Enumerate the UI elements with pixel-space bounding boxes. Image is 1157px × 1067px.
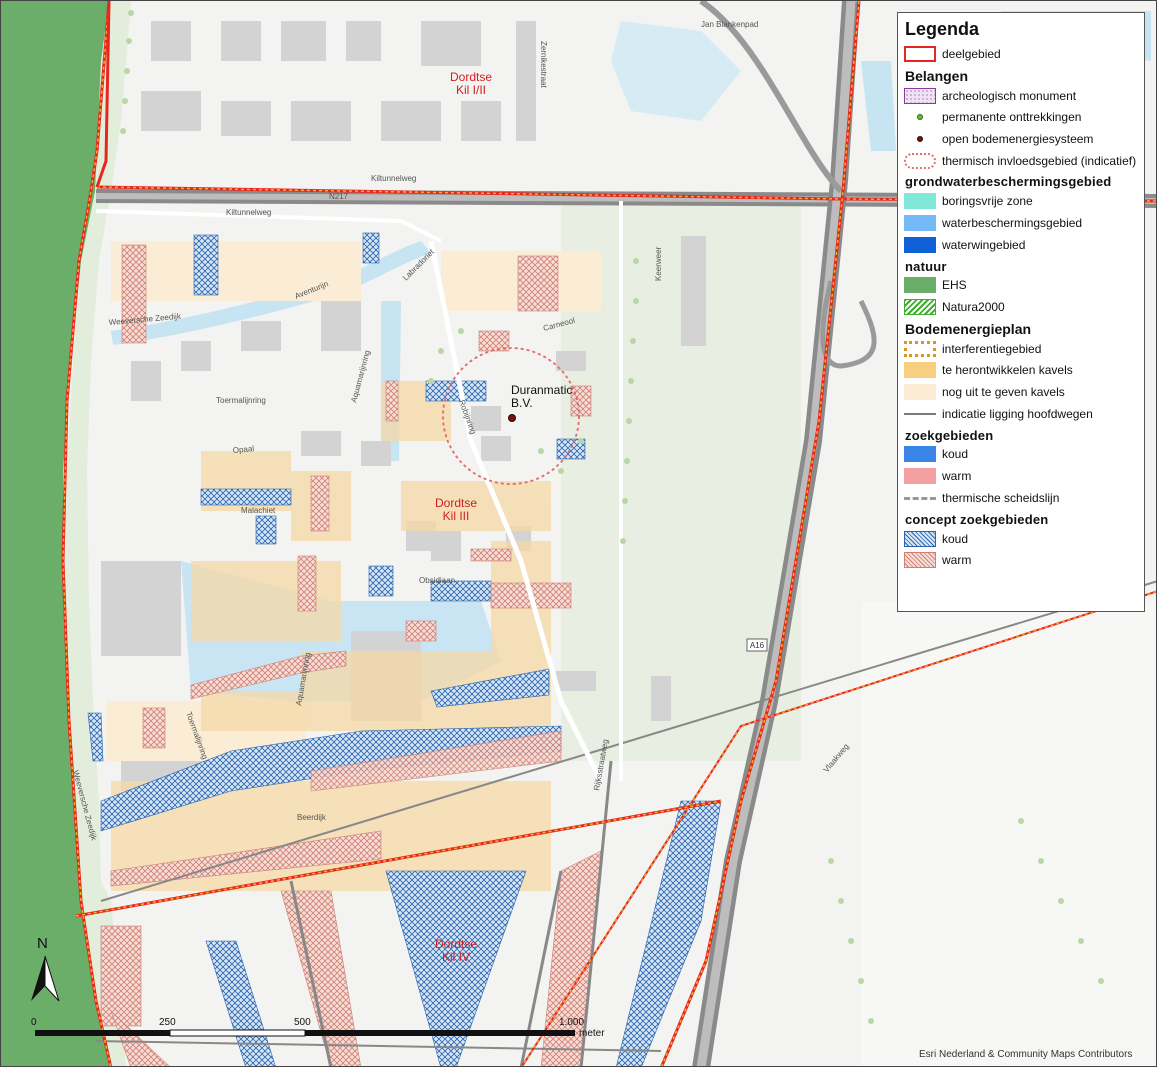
legend-label: thermische scheidslijn — [942, 490, 1060, 505]
street-label: Opaal — [232, 444, 254, 455]
legend-label: archeologisch monument — [942, 88, 1077, 103]
scale-tick-label: 250 — [159, 1017, 176, 1028]
scale-tick-label: 1.000 — [559, 1017, 584, 1028]
street-label: N217 — [329, 192, 349, 201]
legend-label: boringsvrije zone — [942, 194, 1033, 209]
legend-row: interferentiegebied — [904, 338, 1138, 360]
legend-row: open bodemenergiesysteem — [904, 128, 1138, 150]
legend-section-natuur: natuur — [905, 258, 947, 274]
legend-row: waterwingebied — [904, 234, 1138, 256]
legend-row: koud — [904, 444, 1138, 466]
legend-row: te herontwikkelen kavels — [904, 360, 1138, 382]
legend-row: Natura2000 — [904, 296, 1138, 318]
open-bodemenergie-swatch — [904, 131, 936, 147]
street-label: Keerweer — [654, 246, 663, 281]
concept-koud-swatch — [904, 530, 936, 547]
herontwikkelen-swatch — [904, 362, 936, 379]
natura2000-swatch — [904, 299, 936, 316]
legend-label: warm — [942, 553, 972, 568]
scale-tick-label: 500 — [294, 1017, 311, 1028]
legend-row: thermische scheidslijn — [904, 487, 1138, 509]
legend-label: open bodemenergiesysteem — [942, 131, 1094, 146]
legend-row: warm — [904, 465, 1138, 487]
street-label: A16 — [750, 641, 765, 650]
legend-row: indicatie ligging hoofdwegen — [904, 403, 1138, 425]
street-label: Kiltunnelweg — [226, 208, 271, 217]
waterwingebied-swatch — [904, 236, 936, 253]
legend-label: Natura2000 — [942, 300, 1005, 315]
legend-row: nog uit te geven kavels — [904, 381, 1138, 403]
legend-section-belangen: Belangen — [905, 67, 969, 84]
legend-section-concept: concept zoekgebieden — [905, 511, 1049, 527]
street-label: Beerdijk — [297, 813, 327, 822]
legend-label: deelgebied — [942, 46, 1001, 61]
legend-row: koud — [904, 528, 1138, 550]
legend-row: permanente onttrekkingen — [904, 106, 1138, 128]
concept-warm-swatch — [904, 552, 936, 569]
thermisch-swatch — [904, 152, 936, 169]
legend-label: EHS — [942, 278, 967, 293]
legend-label: waterbeschermingsgebied — [942, 215, 1083, 230]
legend-row: EHS — [904, 275, 1138, 297]
scale-unit-label: meter — [579, 1028, 605, 1039]
zoek-warm-swatch — [904, 468, 936, 485]
archeologisch-swatch — [904, 87, 936, 104]
polder-east — [861, 601, 1156, 1066]
legend-label: te herontwikkelen kavels — [942, 363, 1073, 378]
map-view[interactable]: Dordtse Kil I/II Dordtse Kil III Dordtse Ki… — [0, 0, 1157, 1067]
legend-label: koud — [942, 447, 969, 462]
scheidslijn-swatch — [904, 490, 936, 506]
legend-label: nog uit te geven kavels — [942, 385, 1065, 400]
legend-row: thermisch invloedsgebied (indicatief) — [904, 150, 1138, 172]
legend-label: interferentiegebied — [942, 341, 1042, 356]
attribution-credit: Esri Nederland & Community Maps Contribu… — [919, 1049, 1133, 1060]
legend-row: warm — [904, 549, 1138, 571]
boringsvrije-swatch — [904, 193, 936, 210]
interferentie-swatch — [904, 340, 936, 357]
deelgebied-swatch — [904, 45, 936, 62]
legend-section-bodemenergieplan: Bodemenergieplan — [905, 320, 1032, 337]
open-bodemenergiesysteem-marker[interactable] — [508, 414, 516, 422]
zoek-koud-swatch — [904, 446, 936, 463]
street-label: Zernikestraat — [539, 41, 548, 88]
legend-label: permanente onttrekkingen — [942, 110, 1082, 125]
legend-label: warm — [942, 469, 972, 484]
legend-row: waterbeschermingsgebied — [904, 212, 1138, 234]
legend-section-grondwater: grondwaterbeschermingsgebied — [905, 174, 1112, 190]
scale-tick-label: 0 — [31, 1017, 37, 1028]
street-label: Malachiet — [241, 506, 276, 515]
legend-title: Legenda — [905, 19, 980, 39]
legend-row: boringsvrije zone — [904, 190, 1138, 212]
permanente-onttrekking-swatch — [904, 109, 936, 125]
hoofdwegen-swatch — [904, 406, 936, 422]
waterbescherming-swatch — [904, 214, 936, 231]
street-label: Toermalijnring — [216, 396, 266, 405]
street-label: Kiltunnelweg — [371, 174, 416, 183]
legend-label: thermisch invloedsgebied (indicatief) — [942, 153, 1137, 168]
street-label: Jan Blankenpad — [701, 20, 758, 29]
legend-row-deelgebied: deelgebied — [904, 43, 1138, 65]
legend-section-zoekgebieden: zoekgebieden — [905, 427, 994, 443]
legend-label: koud — [942, 531, 969, 546]
legend-panel: Legenda deelgebied Belangen archeologisc… — [897, 12, 1145, 612]
legend-label: indicatie ligging hoofdwegen — [942, 406, 1093, 421]
area-label-kil-1-2: Dordtse Kil I/II — [450, 70, 492, 97]
north-label: N — [37, 935, 48, 952]
legend-label: waterwingebied — [942, 237, 1026, 252]
ehs-swatch — [904, 277, 936, 294]
nog-uit-swatch — [904, 384, 936, 401]
street-label: Obsidiaan — [419, 576, 455, 585]
legend-row: archeologisch monument — [904, 85, 1138, 107]
